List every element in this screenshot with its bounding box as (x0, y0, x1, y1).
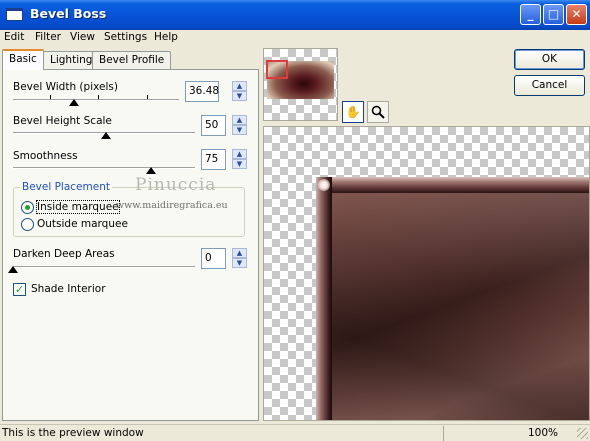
bevel-left-edge (316, 177, 332, 420)
navigator-selection-box[interactable] (266, 60, 288, 79)
zoom-tool-button[interactable] (367, 101, 389, 123)
minimize-icon: _ (527, 7, 534, 21)
status-text: This is the preview window (2, 427, 144, 439)
watermark-name: Pinuccia (135, 175, 217, 195)
ok-button[interactable]: OK (514, 49, 585, 70)
cancel-button[interactable]: Cancel (514, 75, 585, 96)
tab-lighting[interactable]: Lighting (43, 51, 100, 69)
bevel-height-label: Bevel Height Scale (13, 115, 112, 127)
app-icon (6, 8, 23, 21)
darken-label: Darken Deep Areas (13, 248, 115, 260)
maximize-button[interactable]: □ (543, 4, 564, 25)
checkmark-icon: ✓ (14, 283, 25, 296)
smoothness-thumb[interactable] (146, 167, 156, 174)
pan-tool-button[interactable]: ✋ (342, 101, 364, 123)
window-title: Bevel Boss (30, 6, 107, 21)
zoom-level: 100% (528, 427, 559, 439)
bevel-height-thumb[interactable] (101, 132, 111, 139)
menu-edit[interactable]: Edit (4, 31, 24, 43)
bevel-placement-title: Bevel Placement (20, 181, 112, 193)
bevel-width-thumb[interactable] (69, 99, 79, 106)
navigator-thumbnail[interactable] (263, 48, 338, 121)
smoothness-label: Smoothness (13, 150, 78, 162)
basic-panel: Bevel Width (pixels) 36.48 ▲ ▼ Bevel Heig… (2, 69, 259, 421)
bevel-width-slider[interactable] (13, 99, 179, 101)
slider-tick (50, 95, 51, 99)
resize-grip-icon[interactable] (577, 428, 588, 439)
watermark-url: www.maidiregrafica.eu (116, 200, 228, 211)
menu-help[interactable]: Help (154, 31, 178, 43)
menu-settings[interactable]: Settings (104, 31, 147, 43)
bevel-width-input[interactable]: 36.48 (185, 81, 219, 102)
spin-up-icon[interactable]: ▲ (232, 81, 247, 91)
close-button[interactable]: ✕ (566, 4, 587, 25)
slider-tick (98, 95, 99, 99)
smoothness-spinner[interactable]: ▲ ▼ (232, 149, 247, 170)
magnifier-icon (371, 105, 385, 119)
smoothness-slider[interactable] (13, 167, 195, 169)
bevel-interior (332, 193, 589, 420)
menu-filter[interactable]: Filter (35, 31, 61, 43)
darken-thumb[interactable] (8, 266, 18, 273)
spin-down-icon[interactable]: ▼ (232, 159, 247, 169)
menu-bar: Edit Filter View Settings Help (0, 30, 590, 46)
spin-down-icon[interactable]: ▼ (232, 125, 247, 135)
menu-view[interactable]: View (70, 31, 95, 43)
inside-marquee-radio[interactable] (21, 201, 34, 214)
spin-down-icon[interactable]: ▼ (232, 91, 247, 101)
minimize-button[interactable]: _ (520, 4, 541, 25)
inside-marquee-label[interactable]: Inside marquee (36, 200, 120, 214)
spin-up-icon[interactable]: ▲ (232, 149, 247, 159)
maximize-icon: □ (547, 7, 560, 21)
slider-tick (147, 95, 148, 99)
tab-basic[interactable]: Basic (2, 49, 44, 70)
darken-input[interactable]: 0 (201, 248, 226, 269)
spin-up-icon[interactable]: ▲ (232, 248, 247, 258)
title-bar: Bevel Boss _ □ ✕ (0, 0, 590, 30)
smoothness-input[interactable]: 75 (201, 149, 226, 170)
bevel-height-spinner[interactable]: ▲ ▼ (232, 115, 247, 136)
darken-slider[interactable] (13, 266, 195, 268)
darken-spinner[interactable]: ▲ ▼ (232, 248, 247, 269)
radio-selected-dot (25, 205, 30, 210)
bevel-height-input[interactable]: 50 (201, 115, 226, 136)
outside-marquee-radio[interactable] (21, 218, 34, 231)
bevel-width-label: Bevel Width (pixels) (13, 81, 118, 93)
bevel-top-edge (316, 177, 589, 193)
status-bar: This is the preview window 100% (0, 424, 590, 441)
hand-icon: ✋ (345, 105, 361, 119)
shade-interior-checkbox[interactable]: ✓ (13, 283, 26, 296)
bevel-width-spinner[interactable]: ▲ ▼ (232, 81, 247, 102)
shade-interior-label[interactable]: Shade Interior (31, 283, 106, 295)
spin-down-icon[interactable]: ▼ (232, 258, 247, 268)
tab-bevel-profile[interactable]: Bevel Profile (92, 51, 172, 69)
close-icon: ✕ (571, 7, 582, 21)
outside-marquee-label[interactable]: Outside marquee (37, 218, 128, 230)
bevel-corner-highlight (318, 179, 330, 191)
status-divider (443, 426, 444, 441)
preview-window[interactable] (263, 126, 590, 421)
spin-up-icon[interactable]: ▲ (232, 115, 247, 125)
